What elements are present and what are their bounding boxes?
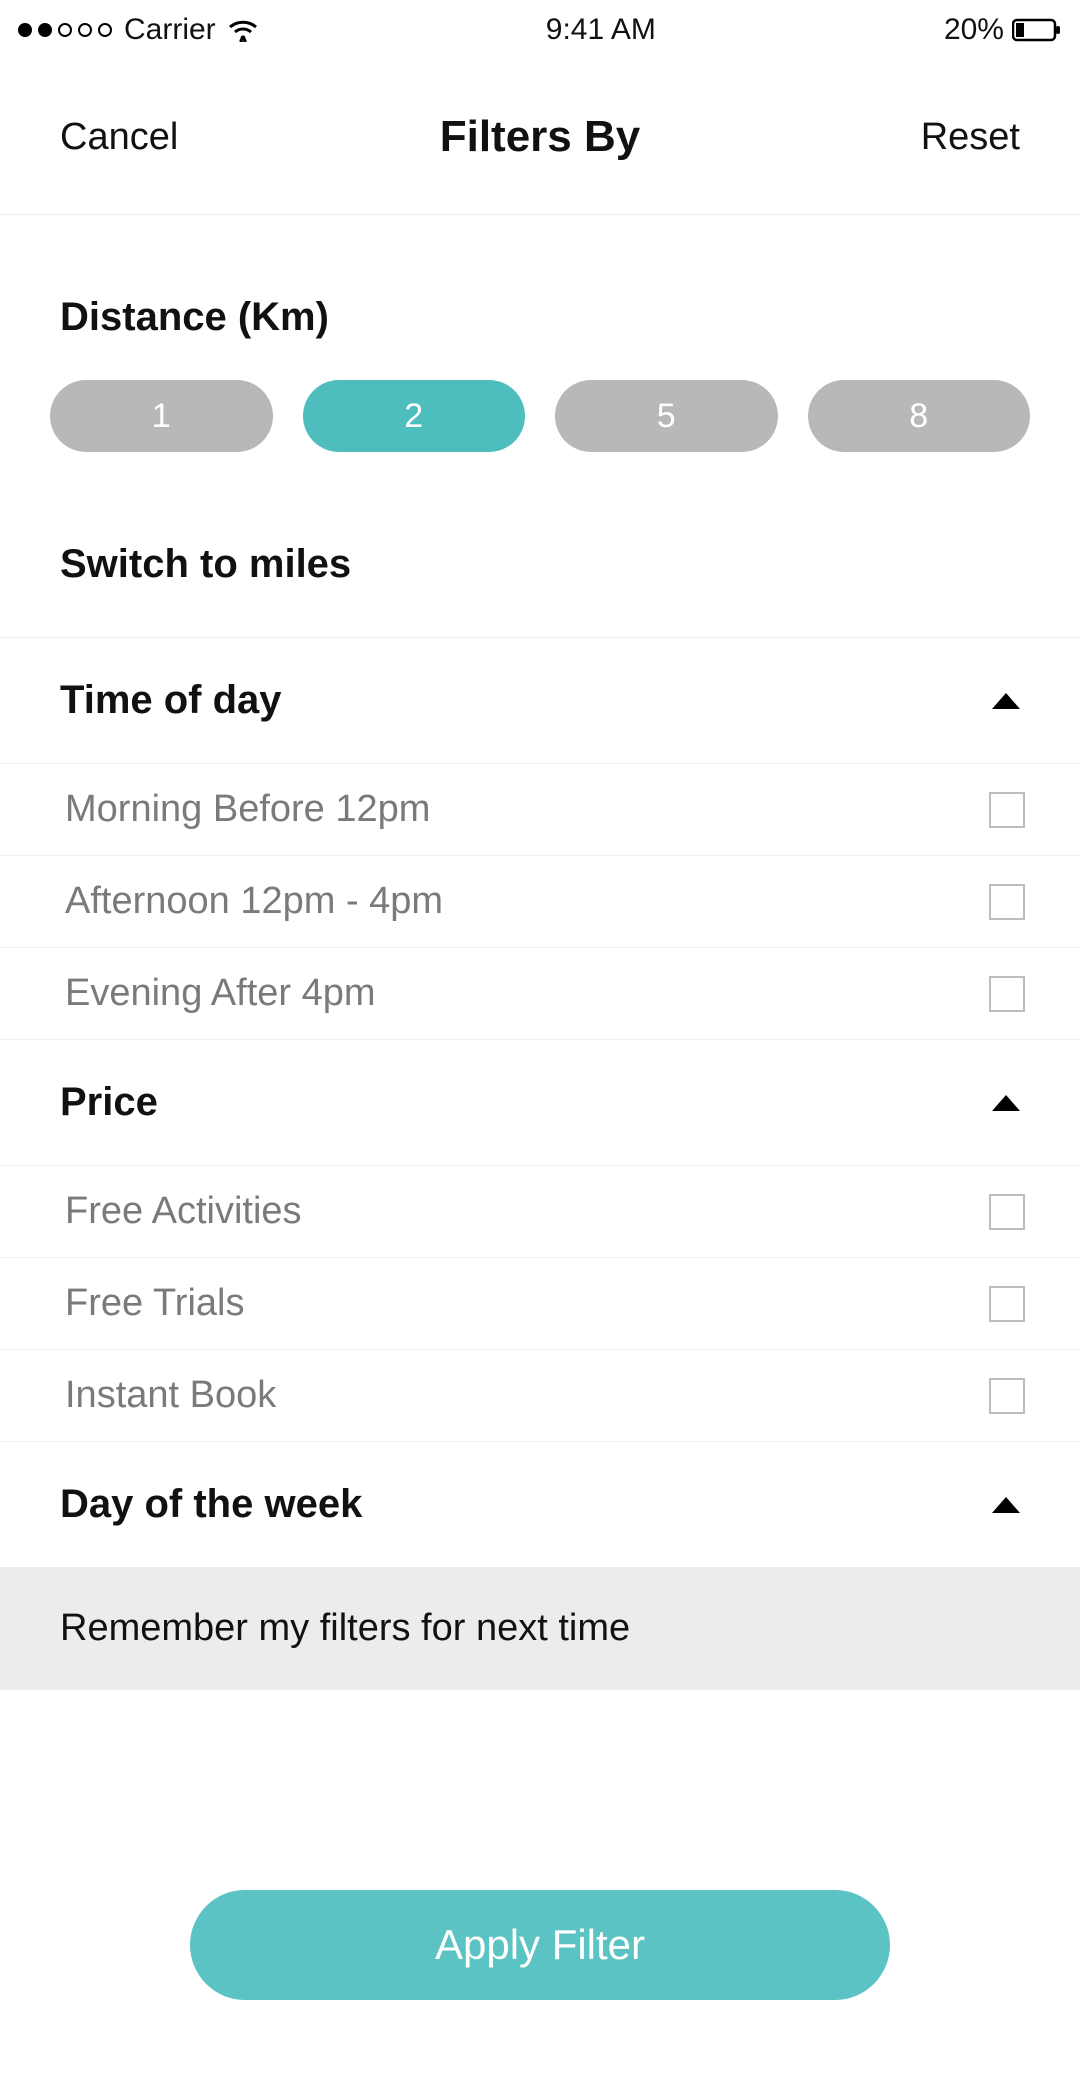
status-right: 20% [944, 13, 1062, 47]
page-title: Filters By [440, 112, 641, 162]
checkbox-icon[interactable] [989, 1378, 1025, 1414]
time-option-label: Evening After 4pm [65, 972, 376, 1015]
bottom-area: Apply Filter [0, 1890, 1080, 2100]
status-left: Carrier [18, 13, 258, 47]
price-header[interactable]: Price [0, 1040, 1080, 1166]
distance-pill-2[interactable]: 2 [303, 380, 526, 452]
signal-dots-icon [18, 23, 112, 37]
price-option-instant-book[interactable]: Instant Book [0, 1350, 1080, 1442]
price-option-label: Instant Book [65, 1374, 276, 1417]
switch-to-miles[interactable]: Switch to miles [0, 512, 1080, 638]
checkbox-icon[interactable] [989, 792, 1025, 828]
price-option-label: Free Activities [65, 1190, 302, 1233]
time-option-morning[interactable]: Morning Before 12pm [0, 764, 1080, 856]
time-of-day-header[interactable]: Time of day [0, 638, 1080, 764]
time-of-day-title: Time of day [60, 678, 282, 723]
distance-heading: Distance (Km) [0, 215, 1080, 380]
price-option-free-trials[interactable]: Free Trials [0, 1258, 1080, 1350]
apply-filter-button[interactable]: Apply Filter [190, 1890, 890, 2000]
price-option-label: Free Trials [65, 1282, 244, 1325]
checkbox-icon[interactable] [989, 1194, 1025, 1230]
price-title: Price [60, 1080, 158, 1125]
time-option-evening[interactable]: Evening After 4pm [0, 948, 1080, 1040]
checkbox-icon[interactable] [989, 1286, 1025, 1322]
time-option-label: Morning Before 12pm [65, 788, 430, 831]
distance-pill-8[interactable]: 8 [808, 380, 1031, 452]
cancel-button[interactable]: Cancel [60, 116, 220, 159]
status-time: 9:41 AM [546, 13, 656, 47]
remember-filters-label: Remember my filters for next time [60, 1607, 630, 1649]
chevron-up-icon [992, 1095, 1020, 1111]
reset-button[interactable]: Reset [860, 116, 1020, 159]
chevron-up-icon [992, 693, 1020, 709]
distance-pill-1[interactable]: 1 [50, 380, 273, 452]
time-option-label: Afternoon 12pm - 4pm [65, 880, 443, 923]
remember-filters-row[interactable]: Remember my filters for next time [0, 1567, 1080, 1690]
checkbox-icon[interactable] [989, 884, 1025, 920]
status-bar: Carrier 9:41 AM 20% [0, 0, 1080, 60]
day-of-week-title: Day of the week [60, 1482, 362, 1527]
battery-icon [1012, 18, 1062, 42]
day-of-week-header[interactable]: Day of the week [0, 1442, 1080, 1567]
nav-header: Cancel Filters By Reset [0, 60, 1080, 215]
distance-pill-5[interactable]: 5 [555, 380, 778, 452]
distance-pills: 1 2 5 8 [0, 380, 1080, 512]
price-option-free-activities[interactable]: Free Activities [0, 1166, 1080, 1258]
chevron-up-icon [992, 1497, 1020, 1513]
battery-percent: 20% [944, 13, 1004, 47]
checkbox-icon[interactable] [989, 976, 1025, 1012]
time-option-afternoon[interactable]: Afternoon 12pm - 4pm [0, 856, 1080, 948]
wifi-icon [228, 18, 258, 42]
carrier-label: Carrier [124, 13, 216, 47]
